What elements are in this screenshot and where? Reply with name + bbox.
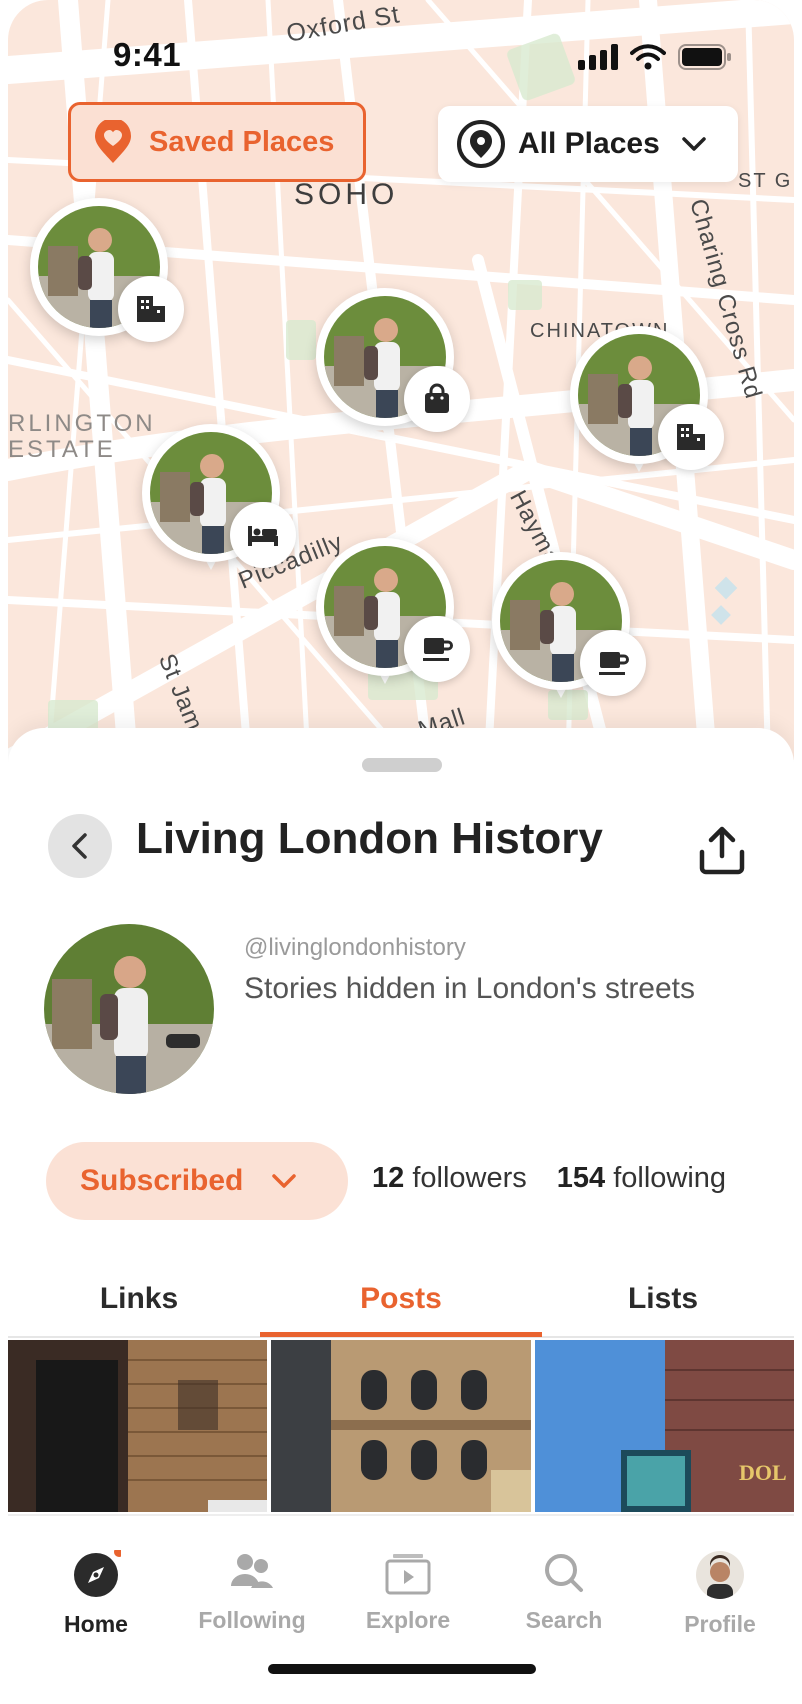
signal-icon [578, 44, 618, 70]
wifi-icon [630, 44, 666, 70]
nav-following-label: Following [198, 1607, 306, 1633]
following-label: following [613, 1162, 727, 1194]
battery-icon [678, 44, 731, 70]
post-thumbnail[interactable]: DOL [534, 1340, 794, 1512]
map-pin[interactable] [142, 424, 296, 574]
post-thumbnail[interactable] [8, 1340, 268, 1512]
heart-location-icon [95, 120, 131, 163]
profile-avatar [44, 924, 214, 1094]
all-places-label: All Places [518, 127, 660, 160]
nav-explore[interactable]: Explore [338, 1550, 478, 1634]
estate-label: RLINGTON [8, 410, 156, 437]
sheet-drag-handle[interactable] [362, 758, 442, 772]
following-stat[interactable]: 154 following [557, 1162, 726, 1195]
location-pin-icon [457, 120, 505, 168]
map-pin[interactable] [570, 326, 724, 476]
nav-profile-label: Profile [684, 1611, 756, 1637]
profile-bio: Stories hidden in London's streets [244, 972, 696, 1005]
post-thumbnail[interactable] [271, 1340, 531, 1512]
map-pin[interactable] [492, 552, 646, 702]
map-pin[interactable] [316, 538, 470, 688]
back-button[interactable] [48, 814, 112, 878]
building-icon [118, 276, 184, 342]
nav-home[interactable]: Home [26, 1547, 166, 1638]
nav-explore-label: Explore [365, 1607, 451, 1633]
shopping-bag-icon [404, 366, 470, 432]
followers-label: followers [412, 1162, 527, 1194]
followers-count: 12 [372, 1162, 405, 1194]
search-icon [545, 1554, 583, 1592]
map-pin[interactable] [30, 198, 184, 348]
saved-places-label: Saved Places [149, 125, 335, 158]
nav-search-label: Search [525, 1607, 603, 1633]
share-button[interactable] [692, 820, 752, 880]
explore-icon [385, 1554, 431, 1595]
profile-handle: @livinglondonhistory [244, 934, 466, 961]
share-icon [699, 826, 745, 875]
nav-home-label: Home [64, 1611, 128, 1637]
app-screen: Oxford St Charing Cross Rd Piccadilly Ha… [8, 0, 794, 1704]
profile-stats: 12 followers 154 following [372, 1162, 726, 1195]
estate-label: ESTATE [8, 436, 116, 463]
home-indicator [268, 1664, 536, 1674]
status-icons [578, 44, 732, 70]
chevron-down-icon [682, 137, 706, 151]
active-tab-indicator [260, 1332, 542, 1337]
coffee-icon [580, 630, 646, 696]
map-view[interactable]: Oxford St Charing Cross Rd Piccadilly Ha… [8, 0, 794, 760]
compass-icon [74, 1547, 124, 1597]
following-count: 154 [556, 1162, 606, 1194]
subscribed-button[interactable]: Subscribed [46, 1142, 348, 1220]
chevron-left-icon [72, 833, 87, 859]
bed-icon [230, 502, 296, 568]
building-icon [658, 404, 724, 470]
posts-grid: DOL [8, 1340, 794, 1512]
nav-following[interactable]: Following [182, 1550, 322, 1634]
nav-search[interactable]: Search [494, 1550, 634, 1634]
tab-posts[interactable]: Posts [270, 1268, 532, 1338]
svg-text:DOL: DOL [739, 1460, 787, 1485]
subscribed-label: Subscribed [80, 1164, 244, 1197]
people-icon [231, 1554, 273, 1588]
status-time: 9:41 [113, 36, 182, 73]
page-title: Living London History [136, 814, 603, 863]
tab-links[interactable]: Links [8, 1268, 270, 1338]
district-label: ST GI [738, 170, 794, 192]
all-places-dropdown[interactable]: All Places [438, 106, 738, 182]
saved-places-button[interactable]: Saved Places [68, 102, 366, 182]
district-label: SOHO [294, 178, 399, 211]
followers-stat[interactable]: 12 followers [372, 1162, 527, 1195]
content-tabs: Links Posts Lists [8, 1268, 794, 1338]
bottom-nav: Home Following Explore Search Profile [8, 1514, 794, 1704]
nav-profile[interactable]: Profile [650, 1550, 790, 1638]
tab-lists[interactable]: Lists [532, 1268, 794, 1338]
chevron-down-icon [272, 1174, 297, 1188]
map-pin[interactable] [316, 288, 470, 438]
avatar [696, 1551, 744, 1599]
coffee-icon [404, 616, 470, 682]
